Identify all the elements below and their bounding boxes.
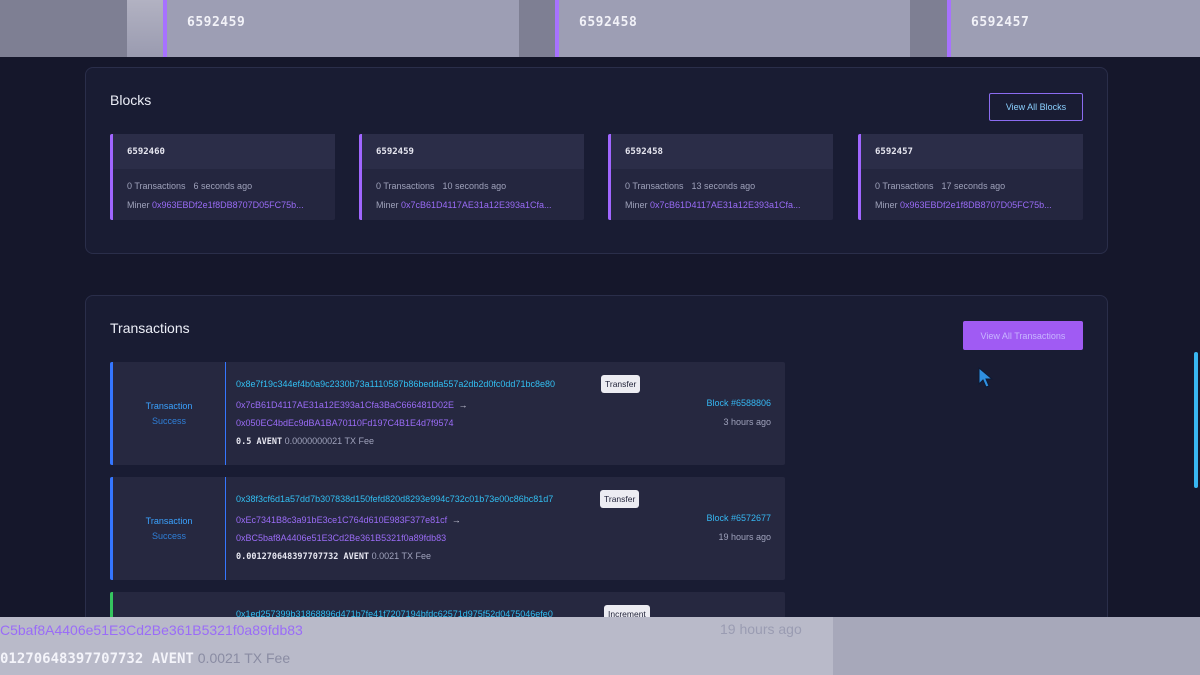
transaction-hash-link[interactable]: 0x8e7f19c344ef4b0a9c2330b73a1110587b86be… [236,379,555,389]
mouse-cursor-icon [978,367,994,388]
status-label: Transaction [145,400,193,411]
block-tx-count: 0 Transactions [625,181,684,191]
miner-label: Miner [625,200,648,210]
miner-label: Miner [376,200,399,210]
transaction-hash-link[interactable]: 0x38f3cf6d1a57dd7b307838d150fefd820d8293… [236,494,553,504]
block-card[interactable]: 6592460 0 Transactions 6 seconds ago Mine… [110,134,335,220]
amount-line: 0.5 AVENT 0.0000000021 TX Fee [236,436,374,447]
zoom-fee: 0.0021 TX Fee [197,650,291,666]
amount-line: 0.001270648397707732 AVENT 0.0021 TX Fee [236,551,431,562]
block-age: 17 seconds ago [941,181,1006,191]
block-meta: 0 Transactions 13 seconds ago [625,181,755,191]
transaction-time: 3 hours ago [723,417,771,427]
bottom-zoom-left: C5baf8A4406e51E3Cd2Be361B5321f0a89fdb83 … [0,617,833,675]
bottom-zoom-strip: C5baf8A4406e51E3Cd2Be361B5321f0a89fdb83 … [0,617,1200,675]
top-gap [0,0,127,57]
transactions-panel: Transactions View All Transactions Trans… [85,295,1108,675]
block-card[interactable]: 6592459 0 Transactions 10 seconds ago Min… [359,134,584,220]
tx-fee: 0.0000000021 TX Fee [284,436,374,446]
block-meta: 0 Transactions 10 seconds ago [376,181,506,191]
block-miner-line: Miner 0x7cB61D4117AE31a12E393a1Cfa... [376,200,551,210]
zoom-amount: 01270648397707732 AVENT [0,651,194,667]
status-value: Success [151,415,186,426]
top-zoom-strip: 6592459 6592458 6592457 [0,0,1200,57]
top-gap [910,0,947,57]
transactions-title: Transactions [110,320,190,336]
blocks-title: Blocks [110,92,152,108]
arrow-right-icon: → [451,515,461,525]
miner-label: Miner [127,200,150,210]
block-miner-line: Miner 0x7cB61D4117AE31a12E393a1Cfa... [625,200,800,210]
zoom-amount-line: 01270648397707732 AVENT 0.0021 TX Fee [0,650,290,667]
arrow-right-icon: → [458,400,468,410]
block-number: 6592460 [113,134,335,169]
blocks-panel: Blocks View All Blocks 6592460 0 Transac… [85,67,1108,254]
explorer-page: 6592459 6592458 6592457 Blocks View All … [0,0,1200,675]
to-address-link[interactable]: 0x050EC4bdEc9dBA1BA70110Fd197C4B1E4d7f95… [236,418,454,428]
block-number: 6592458 [611,134,833,169]
status-value: Success [151,530,186,541]
status-label: Transaction [145,515,193,526]
block-miner-line: Miner 0x963EBDf2e1f8DB8707D05FC75b... [127,200,304,210]
block-tx-count: 0 Transactions [127,181,186,191]
zoom-time: 19 hours ago [720,621,802,637]
block-miner-line: Miner 0x963EBDf2e1f8DB8707D05FC75b... [875,200,1052,210]
block-card[interactable]: 6592457 0 Transactions 17 seconds ago Min… [858,134,1083,220]
from-address-link[interactable]: 0x7cB61D4117AE31a12E393a1Cfa3BaC666481D0… [236,400,454,410]
miner-address-link[interactable]: 0x963EBDf2e1f8DB8707D05FC75b... [900,200,1052,210]
miner-address-link[interactable]: 0x7cB61D4117AE31a12E393a1Cfa... [401,200,551,210]
view-all-blocks-button[interactable]: View All Blocks [989,93,1083,121]
block-link[interactable]: Block #6572677 [706,513,771,523]
block-number: 6592459 [362,134,584,169]
top-block-cell[interactable]: 6592459 [163,0,519,57]
tx-fee: 0.0021 TX Fee [371,551,431,561]
miner-address-link[interactable]: 0x7cB61D4117AE31a12E393a1Cfa... [650,200,800,210]
from-address-link[interactable]: 0xEc7341B8c3a91bE3ce1C764d610E983F377e81… [236,515,447,525]
to-address-link[interactable]: 0xBC5baf8A4406e51E3Cd2Be361B5321f0a89fdb… [236,533,446,543]
scrollbar-thumb[interactable] [1194,352,1198,488]
block-age: 13 seconds ago [691,181,756,191]
miner-address-link[interactable]: 0x963EBDf2e1f8DB8707D05FC75b... [152,200,304,210]
block-age: 6 seconds ago [193,181,253,191]
block-age: 10 seconds ago [442,181,507,191]
top-block-cell[interactable]: 6592457 [947,0,1200,57]
transaction-type-badge: Transfer [600,490,640,508]
block-meta: 0 Transactions 6 seconds ago [127,181,252,191]
transaction-status: Transaction Success [113,362,226,465]
top-gap [519,0,555,57]
block-number: 6592457 [861,134,1083,169]
view-all-transactions-button[interactable]: View All Transactions [963,321,1083,350]
block-link[interactable]: Block #6588806 [706,398,771,408]
miner-label: Miner [875,200,898,210]
top-block-cell[interactable]: 6592458 [555,0,910,57]
block-tx-count: 0 Transactions [875,181,934,191]
from-line: 0xEc7341B8c3a91bE3ce1C764d610E983F377e81… [236,515,461,525]
top-block-number: 6592459 [187,15,246,30]
top-block-number: 6592457 [971,15,1030,30]
transaction-status: Transaction Success [113,477,226,580]
block-card[interactable]: 6592458 0 Transactions 13 seconds ago Min… [608,134,833,220]
transaction-card[interactable]: Transaction Success 0x38f3cf6d1a57dd7b30… [110,477,785,580]
amount-value: 0.5 AVENT [236,437,283,447]
top-block-number: 6592458 [579,15,638,30]
from-line: 0x7cB61D4117AE31a12E393a1Cfa3BaC666481D0… [236,400,468,410]
transaction-time: 19 hours ago [718,532,771,542]
transaction-type-badge: Transfer [601,375,641,393]
zoom-address: C5baf8A4406e51E3Cd2Be361B5321f0a89fdb83 [0,622,303,638]
block-tx-count: 0 Transactions [376,181,435,191]
block-meta: 0 Transactions 17 seconds ago [875,181,1005,191]
transaction-card[interactable]: Transaction Success 0x8e7f19c344ef4b0a9c… [110,362,785,465]
amount-value: 0.001270648397707732 AVENT [236,552,370,562]
